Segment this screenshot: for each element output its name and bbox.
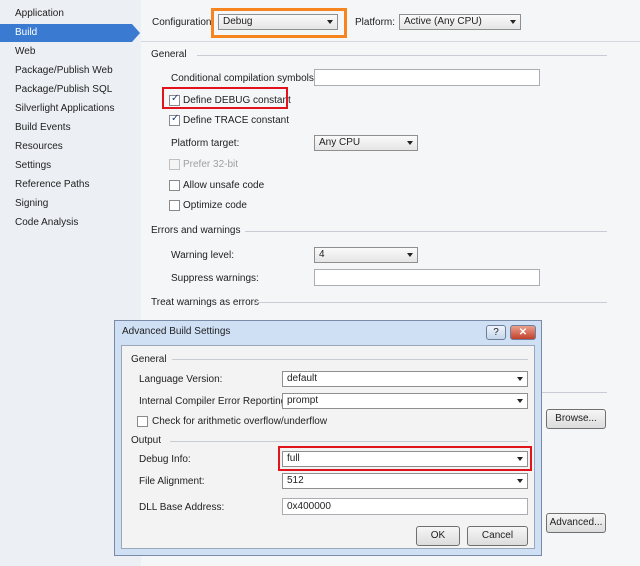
error-reporting-select[interactable]: prompt <box>282 393 528 409</box>
platform-target-value: Any CPU <box>319 137 361 148</box>
define-trace-label: Define TRACE constant <box>183 115 289 126</box>
sidebar-item-package-publish-web[interactable]: Package/Publish Web <box>0 62 132 80</box>
conditional-symbols-input[interactable] <box>314 69 540 86</box>
sidebar-item-signing[interactable]: Signing <box>0 195 132 213</box>
errors-divider <box>245 231 607 232</box>
warning-level-label: Warning level: <box>171 250 234 261</box>
close-button[interactable]: ✕ <box>510 325 536 340</box>
error-reporting-value: prompt <box>287 395 319 406</box>
language-version-select[interactable]: default <box>282 371 528 387</box>
general-heading: General <box>151 49 187 60</box>
sidebar-item-silverlight-applications[interactable]: Silverlight Applications <box>0 100 132 118</box>
chevron-down-icon <box>517 479 523 483</box>
dialog-body: General Language Version: default Intern… <box>121 345 535 549</box>
chevron-down-icon <box>517 377 523 381</box>
output-divider-fragment <box>541 392 607 393</box>
ok-button[interactable]: OK <box>416 526 460 546</box>
chevron-down-icon <box>517 399 523 403</box>
help-icon: ? <box>493 327 499 338</box>
dll-base-label: DLL Base Address: <box>139 502 225 513</box>
sidebar-item-build-events[interactable]: Build Events <box>0 119 132 137</box>
configuration-label: Configuration: <box>152 17 215 28</box>
sidebar-item-build[interactable]: Build <box>0 24 140 42</box>
dialog-output-divider <box>170 441 528 442</box>
dialog-output-heading: Output <box>131 435 162 446</box>
file-alignment-label: File Alignment: <box>139 476 205 487</box>
suppress-warnings-label: Suppress warnings: <box>171 273 259 284</box>
warning-level-select[interactable]: 4 <box>314 247 418 263</box>
optimize-code-label: Optimize code <box>183 200 247 211</box>
errors-heading: Errors and warnings <box>151 225 241 236</box>
dialog-title: Advanced Build Settings <box>122 326 231 337</box>
platform-target-select[interactable]: Any CPU <box>314 135 418 151</box>
error-reporting-label: Internal Compiler Error Reporting: <box>139 396 290 407</box>
treat-warnings-heading: Treat warnings as errors <box>151 297 259 308</box>
sidebar-item-application[interactable]: Application <box>0 5 132 23</box>
sidebar-item-package-publish-sql[interactable]: Package/Publish SQL <box>0 81 132 99</box>
sidebar-item-code-analysis[interactable]: Code Analysis <box>0 214 132 232</box>
warning-level-value: 4 <box>319 249 325 260</box>
allow-unsafe-checkbox[interactable] <box>169 180 180 191</box>
sidebar-item-resources[interactable]: Resources <box>0 138 132 156</box>
advanced-build-settings-dialog: Advanced Build Settings ? ✕ General Lang… <box>114 320 542 556</box>
sidebar-item-reference-paths[interactable]: Reference Paths <box>0 176 132 194</box>
active-arrow-icon <box>132 24 140 42</box>
platform-value: Active (Any CPU) <box>404 16 482 27</box>
chevron-down-icon <box>407 253 413 257</box>
file-alignment-select[interactable]: 512 <box>282 473 528 489</box>
configuration-highlight <box>211 8 347 38</box>
allow-unsafe-label: Allow unsafe code <box>183 180 265 191</box>
sidebar-item-settings[interactable]: Settings <box>0 157 132 175</box>
dll-base-input[interactable]: 0x400000 <box>282 498 528 515</box>
optimize-code-checkbox[interactable] <box>169 200 180 211</box>
file-alignment-value: 512 <box>287 475 304 486</box>
close-icon: ✕ <box>518 327 528 338</box>
prefer-32bit-label: Prefer 32-bit <box>183 159 239 170</box>
browse-button[interactable]: Browse... <box>546 409 606 429</box>
overflow-label: Check for arithmetic overflow/underflow <box>152 416 328 427</box>
overflow-checkbox[interactable] <box>137 416 148 427</box>
define-trace-checkbox[interactable] <box>169 113 180 126</box>
prefer-32bit-checkbox[interactable] <box>169 159 180 170</box>
sidebar-item-web[interactable]: Web <box>0 43 132 61</box>
treat-warnings-divider <box>254 302 607 303</box>
help-button[interactable]: ? <box>486 325 506 340</box>
advanced-button[interactable]: Advanced... <box>546 513 606 533</box>
suppress-warnings-input[interactable] <box>314 269 540 286</box>
conditional-symbols-label: Conditional compilation symbols: <box>171 73 317 84</box>
platform-select[interactable]: Active (Any CPU) <box>399 14 521 30</box>
debug-info-label: Debug Info: <box>139 454 191 465</box>
debug-info-highlight <box>278 446 532 471</box>
divider <box>141 41 640 42</box>
chevron-down-icon <box>510 20 516 24</box>
sidebar-item-label: Build <box>15 27 38 38</box>
cancel-button[interactable]: Cancel <box>467 526 528 546</box>
chevron-down-icon <box>407 141 413 145</box>
dialog-general-heading: General <box>131 354 167 365</box>
general-divider <box>197 55 607 56</box>
language-version-value: default <box>287 373 318 384</box>
dialog-general-divider <box>172 359 528 360</box>
language-version-label: Language Version: <box>139 374 223 385</box>
define-debug-highlight <box>162 87 288 109</box>
platform-label: Platform: <box>355 17 396 28</box>
platform-target-label: Platform target: <box>171 138 240 149</box>
